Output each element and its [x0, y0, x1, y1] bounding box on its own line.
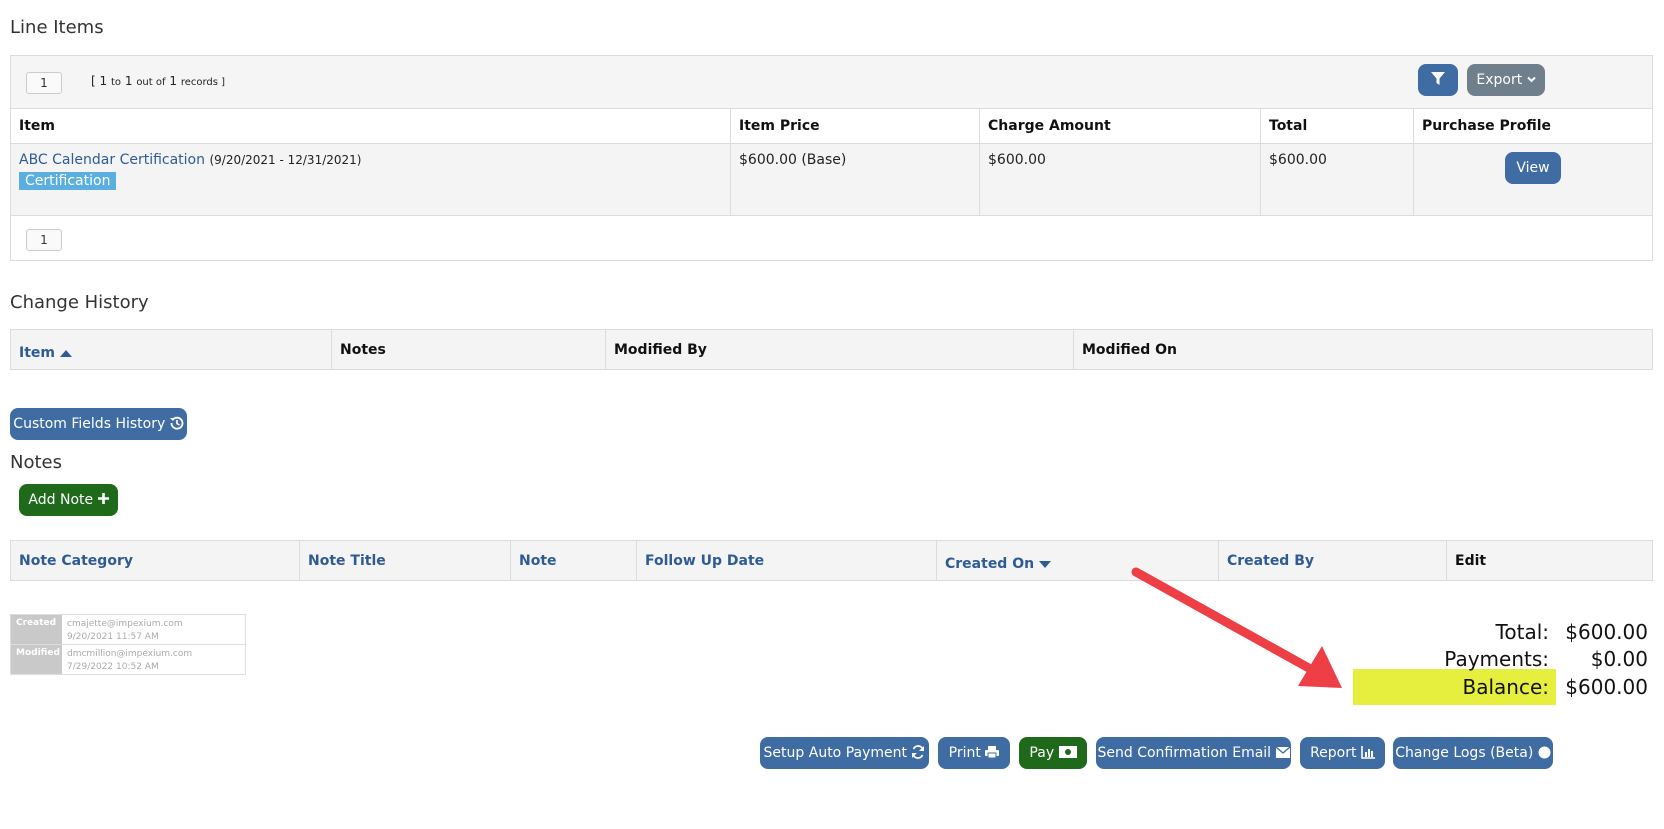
price-cell: $600.00 (Base): [730, 143, 980, 215]
audit-info-box: Created cmajette@impexium.com 9/20/2021 …: [10, 614, 246, 675]
sort-up-icon: [59, 349, 72, 357]
modified-row: Modified dmcmillion@impexium.com 7/29/20…: [11, 645, 245, 674]
line-items-toolbar: 1 [ 1 to 1 out of 1 records ] Export: [11, 56, 1652, 109]
print-button[interactable]: Print: [938, 737, 1010, 769]
change-history-table: Item Notes Modified By Modified On: [11, 330, 1652, 369]
balance-label: Balance:: [1462, 675, 1549, 699]
ch-col-notes: Notes: [331, 330, 606, 369]
records-count: [ 1 to 1 out of 1 records ]: [91, 74, 225, 88]
total-label: Total:: [1495, 620, 1549, 644]
notes-table: Note Category Note Title Note Follow Up …: [11, 541, 1652, 580]
pay-button[interactable]: Pay: [1019, 737, 1087, 769]
money-icon: [1058, 746, 1077, 758]
ch-col-modified-on: Modified On: [1082, 341, 1178, 358]
report-button[interactable]: Report: [1300, 737, 1385, 769]
modified-label: Modified: [11, 645, 62, 674]
setup-auto-payment-label: Setup Auto Payment: [763, 745, 907, 761]
refresh-icon: [912, 745, 925, 759]
view-button[interactable]: View: [1505, 151, 1561, 184]
line-items-panel: 1 [ 1 to 1 out of 1 records ] Export Ite…: [10, 55, 1653, 261]
custom-fields-history-button[interactable]: Custom Fields History: [10, 408, 187, 440]
purchase-profile-cell: View: [1414, 143, 1653, 215]
custom-fields-history-label: Custom Fields History: [13, 416, 166, 432]
totals-block: Total: $600.00 Payments: $0.00 Balance: $60…: [1388, 620, 1648, 710]
table-row: ABC Calendar Certification (9/20/2021 - …: [11, 143, 1652, 215]
notes-col-edit: Edit: [1455, 552, 1487, 569]
export-button[interactable]: Export: [1467, 64, 1545, 96]
report-label: Report: [1310, 745, 1357, 761]
plus-icon: [97, 493, 109, 504]
col-total: Total: [1260, 109, 1414, 143]
payments-row: Payments: $0.00: [1444, 647, 1648, 671]
charge-cell: $600.00: [979, 143, 1261, 215]
circle-icon: [1538, 746, 1551, 759]
add-note-label: Add Note: [28, 492, 94, 508]
send-confirmation-email-label: Send Confirmation Email: [1097, 745, 1272, 761]
created-on: 9/20/2021 11:57 AM: [67, 632, 159, 642]
pay-label: Pay: [1029, 745, 1055, 761]
add-note-button[interactable]: Add Note: [19, 484, 118, 516]
col-item: Item: [11, 109, 731, 143]
notes-col-created-on-label: Created On: [945, 555, 1035, 572]
modified-on: 7/29/2022 10:52 AM: [67, 662, 159, 672]
print-label: Print: [948, 745, 981, 761]
history-icon: [169, 416, 184, 430]
change-history-panel: Item Notes Modified By Modified On: [10, 329, 1653, 370]
printer-icon: [985, 746, 1000, 759]
ch-col-item[interactable]: Item: [11, 330, 332, 369]
envelope-icon: [1275, 746, 1290, 758]
filter-button[interactable]: [1418, 64, 1458, 96]
col-item-price: Item Price: [730, 109, 980, 143]
sort-down-icon: [1038, 560, 1051, 568]
total-row: Total: $600.00: [1496, 620, 1648, 644]
records-outof: out of: [136, 77, 166, 88]
notes-col-note[interactable]: Note: [510, 541, 637, 580]
change-history-title: Change History: [10, 292, 149, 313]
annotation-arrow: [1131, 567, 1342, 688]
col-charge-amount: Charge Amount: [979, 109, 1261, 143]
records-open: [ 1: [91, 74, 108, 88]
change-logs-button[interactable]: Change Logs (Beta): [1393, 737, 1553, 769]
payments-label: Payments:: [1444, 647, 1549, 671]
item-cell: ABC Calendar Certification (9/20/2021 - …: [11, 143, 731, 215]
modified-value: dmcmillion@impexium.com 7/29/2022 10:52 …: [62, 645, 197, 674]
created-label: Created: [11, 615, 62, 644]
setup-auto-payment-button[interactable]: Setup Auto Payment: [760, 737, 929, 769]
send-confirmation-email-button[interactable]: Send Confirmation Email: [1096, 737, 1291, 769]
payments-value: $0.00: [1590, 647, 1648, 671]
records-to: to: [110, 77, 122, 88]
footer-page-number[interactable]: 1: [26, 229, 62, 251]
created-value: cmajette@impexium.com 9/20/2021 11:57 AM: [62, 615, 188, 644]
item-link[interactable]: ABC Calendar Certification: [19, 152, 205, 168]
balance-value: $600.00: [1565, 675, 1648, 699]
notes-col-follow-up[interactable]: Follow Up Date: [636, 541, 937, 580]
balance-row: Balance: $600.00: [1462, 675, 1648, 699]
notes-title: Notes: [10, 452, 62, 473]
page-number[interactable]: 1: [26, 72, 62, 94]
records-close: records ]: [180, 77, 226, 88]
line-items-title: Line Items: [10, 17, 104, 38]
created-row: Created cmajette@impexium.com 9/20/2021 …: [11, 615, 245, 645]
records-mid: 1: [124, 74, 133, 88]
notes-panel: Note Category Note Title Note Follow Up …: [10, 540, 1653, 581]
line-items-table: Item Item Price Charge Amount Total Purc…: [11, 109, 1652, 216]
ch-col-modified-by: Modified By: [605, 330, 1074, 369]
col-purchase-profile: Purchase Profile: [1422, 117, 1552, 134]
total-cell: $600.00: [1260, 143, 1414, 215]
modified-by: dmcmillion@impexium.com: [67, 649, 193, 659]
change-logs-label: Change Logs (Beta): [1395, 745, 1534, 761]
notes-col-title[interactable]: Note Title: [299, 541, 511, 580]
bar-chart-icon: [1361, 746, 1375, 759]
ch-col-item-label: Item: [19, 344, 55, 361]
item-dates: (9/20/2021 - 12/31/2021): [209, 152, 362, 167]
records-total: 1: [169, 74, 177, 88]
export-label: Export: [1476, 72, 1523, 88]
chevron-down-icon: [1526, 76, 1536, 83]
created-by: cmajette@impexium.com: [67, 619, 183, 629]
notes-col-category[interactable]: Note Category: [11, 541, 300, 580]
filter-icon: [1431, 72, 1445, 85]
certification-tag: Certification: [19, 171, 117, 190]
total-value: $600.00: [1565, 620, 1648, 644]
